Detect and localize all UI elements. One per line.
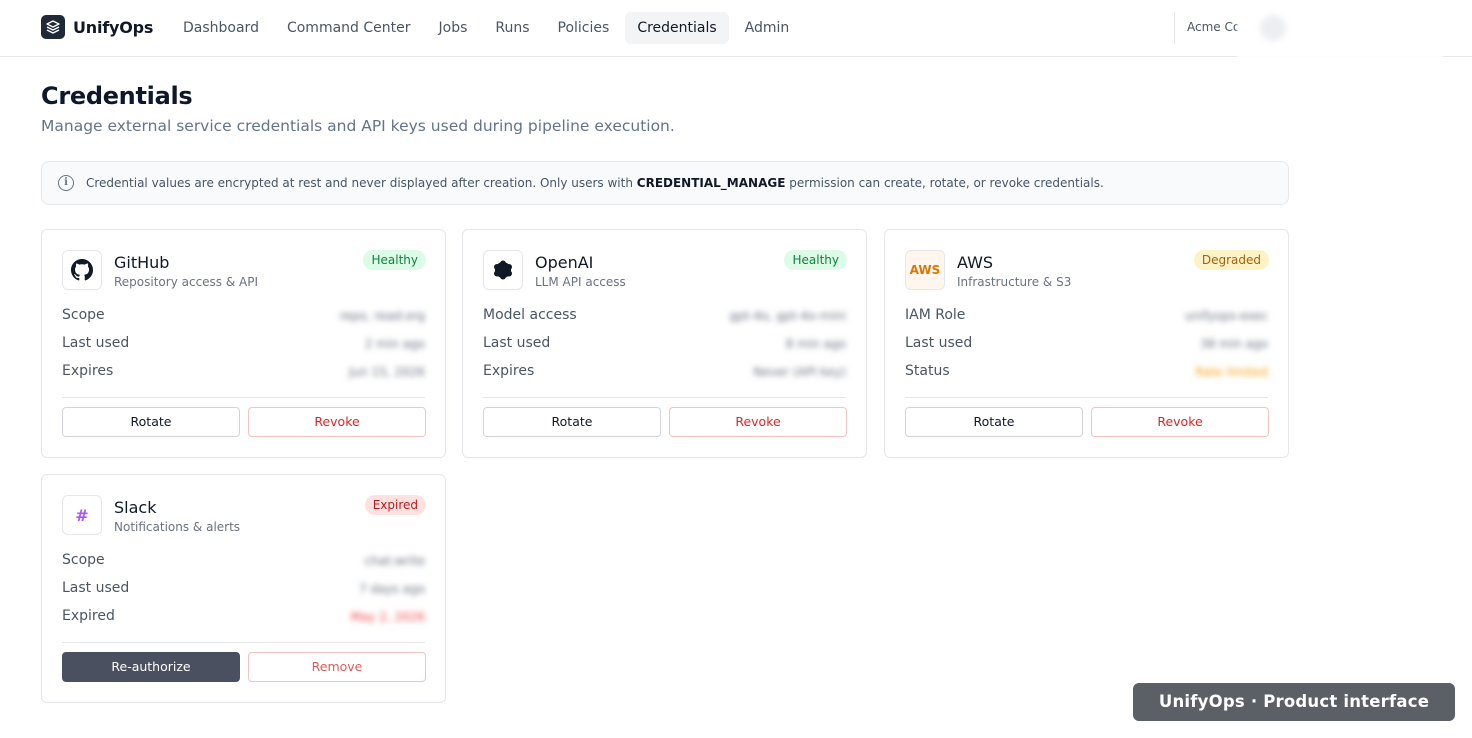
row-label: Scope — [62, 307, 105, 323]
detail-row: Status Rate limited — [905, 363, 1268, 383]
rotate-button[interactable]: Rotate — [905, 407, 1083, 437]
brand[interactable]: UnifyOps — [41, 15, 153, 39]
nav-policies[interactable]: Policies — [546, 12, 622, 44]
credential-card-slack: # Slack Notifications & alerts Expired S… — [41, 474, 446, 703]
row-label: Model access — [483, 307, 577, 323]
detail-row: IAM Role unifyops-exec — [905, 307, 1268, 327]
row-value: gpt-4o, gpt-4o-mini — [729, 309, 846, 323]
service-name: OpenAI — [535, 253, 594, 272]
status-badge: Expired — [364, 495, 426, 515]
card-divider — [62, 397, 425, 398]
status-badge: Degraded — [1193, 250, 1269, 270]
nav-command-center[interactable]: Command Center — [275, 12, 423, 44]
row-label: Last used — [905, 335, 973, 351]
avatar[interactable] — [1260, 15, 1286, 41]
row-label: Expires — [483, 363, 535, 379]
banner-text: Credential values are encrypted at rest … — [86, 176, 1104, 190]
row-value: Jun 15, 2026 — [348, 365, 425, 379]
nav-credentials[interactable]: Credentials — [625, 12, 729, 44]
revoke-button[interactable]: Revoke — [669, 407, 847, 437]
top-navbar: UnifyOps Dashboard Command Center Jobs R… — [0, 0, 1472, 58]
card-divider — [905, 397, 1268, 398]
detail-row: Expired May 2, 2026 — [62, 608, 425, 628]
aws-icon: AWS — [905, 250, 945, 290]
product-caption: UnifyOps · Product interface — [1133, 683, 1455, 721]
revoke-button[interactable]: Revoke — [1091, 407, 1269, 437]
detail-row: Last used 7 days ago — [62, 580, 425, 600]
org-switcher[interactable]: Acme Co — [1187, 20, 1240, 34]
row-label: Scope — [62, 552, 105, 568]
detail-row: Expires Never (API key) — [483, 363, 846, 383]
detail-row: Expires Jun 15, 2026 — [62, 363, 425, 383]
status-badge: Healthy — [363, 250, 426, 270]
row-value: Never (API key) — [753, 365, 846, 379]
github-icon — [62, 250, 102, 290]
service-description: LLM API access — [535, 275, 626, 289]
row-label: Expires — [62, 363, 114, 379]
nav-jobs[interactable]: Jobs — [427, 12, 480, 44]
row-label: Expired — [62, 608, 115, 624]
nav-divider — [1174, 12, 1175, 44]
nav-dashboard[interactable]: Dashboard — [171, 12, 271, 44]
row-value: repo, read:org — [339, 309, 425, 323]
service-description: Notifications & alerts — [114, 520, 241, 534]
service-description: Repository access & API — [114, 275, 259, 289]
row-value: 8 min ago — [785, 337, 846, 351]
credential-card-aws: AWS AWS Infrastructure & S3 Degraded IAM… — [884, 229, 1289, 458]
permission-name: CREDENTIAL_MANAGE — [636, 176, 786, 190]
card-divider — [62, 642, 425, 643]
page-title: Credentials — [41, 82, 193, 110]
revoke-button[interactable]: Revoke — [248, 407, 426, 437]
detail-row: Last used 2 min ago — [62, 335, 425, 355]
service-description: Infrastructure & S3 — [957, 275, 1072, 289]
info-banner: i Credential values are encrypted at res… — [41, 161, 1289, 205]
row-label: Status — [905, 363, 950, 379]
detail-row: Model access gpt-4o, gpt-4o-mini — [483, 307, 846, 327]
detail-row: Last used 38 min ago — [905, 335, 1268, 355]
row-value: 38 min ago — [1200, 337, 1268, 351]
row-label: Last used — [62, 335, 130, 351]
row-label: Last used — [62, 580, 130, 596]
row-value: 2 min ago — [364, 337, 425, 351]
aws-icon-text: AWS — [909, 263, 941, 277]
slack-hash-icon-text: # — [75, 505, 89, 525]
detail-row: Scope repo, read:org — [62, 307, 425, 327]
row-value: 7 days ago — [359, 582, 425, 596]
page-subtitle: Manage external service credentials and … — [41, 117, 675, 135]
service-name: AWS — [957, 253, 994, 272]
info-icon: i — [58, 175, 74, 191]
openai-icon — [483, 250, 523, 290]
row-label: IAM Role — [905, 307, 966, 323]
detail-row: Scope chat:write — [62, 552, 425, 572]
reauthorize-button[interactable]: Re-authorize — [62, 652, 240, 682]
row-value: unifyops-exec — [1184, 309, 1268, 323]
brand-name: UnifyOps — [73, 17, 154, 37]
row-label: Last used — [483, 335, 551, 351]
rotate-button[interactable]: Rotate — [62, 407, 240, 437]
nav-runs[interactable]: Runs — [483, 12, 541, 44]
detail-row: Last used 8 min ago — [483, 335, 846, 355]
credential-card-openai: OpenAI LLM API access Healthy Model acce… — [462, 229, 867, 458]
row-value: May 2, 2026 — [350, 610, 425, 624]
main-nav: Dashboard Command Center Jobs Runs Polic… — [171, 12, 805, 44]
credential-card-github: GitHub Repository access & API Healthy S… — [41, 229, 446, 458]
row-value: chat:write — [364, 554, 425, 568]
slack-hash-icon: # — [62, 495, 102, 535]
rotate-button[interactable]: Rotate — [483, 407, 661, 437]
card-divider — [483, 397, 846, 398]
row-value: Rate limited — [1195, 365, 1268, 379]
layers-logo-icon — [41, 15, 65, 39]
service-name: Slack — [114, 498, 157, 517]
status-badge: Healthy — [784, 250, 847, 270]
remove-button[interactable]: Remove — [248, 652, 426, 682]
nav-admin[interactable]: Admin — [733, 12, 802, 44]
service-name: GitHub — [114, 253, 170, 272]
